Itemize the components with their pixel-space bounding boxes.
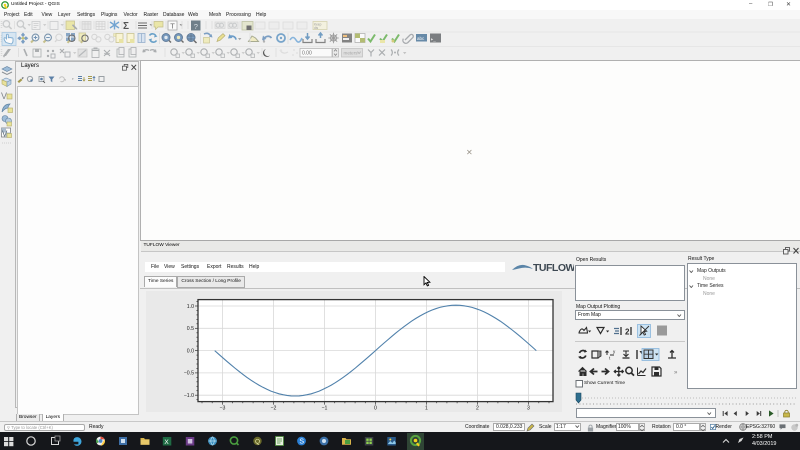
svg-text:−1.0: −1.0 xyxy=(184,393,194,399)
svg-text:0.00: 0.00 xyxy=(302,51,312,57)
svg-text:Σ: Σ xyxy=(123,21,129,32)
svg-text:0.0: 0.0 xyxy=(187,348,194,354)
svg-text:X: X xyxy=(164,439,169,446)
svg-text:abc: abc xyxy=(417,36,425,41)
svg-text:dis: dis xyxy=(314,26,318,30)
svg-text:2: 2 xyxy=(476,405,479,411)
svg-text:TUFLOW: TUFLOW xyxy=(533,262,574,274)
svg-text:»: » xyxy=(674,370,678,376)
svg-text:−0.5: −0.5 xyxy=(184,371,194,377)
svg-text:1: 1 xyxy=(425,405,428,411)
svg-text:▸_: ▸_ xyxy=(431,37,436,42)
svg-text:V: V xyxy=(1,91,7,101)
svg-text:T: T xyxy=(170,22,175,31)
svg-text:y: y xyxy=(613,349,616,354)
svg-text:3: 3 xyxy=(527,405,530,411)
svg-text:t: t xyxy=(609,356,611,361)
svg-text:−2: −2 xyxy=(270,405,276,411)
svg-text:S: S xyxy=(299,439,304,446)
svg-text:?: ? xyxy=(194,22,198,31)
svg-text:meters: meters xyxy=(344,51,359,56)
svg-text:2: 2 xyxy=(625,328,630,337)
svg-text:Q: Q xyxy=(255,439,260,446)
svg-text:0.5: 0.5 xyxy=(187,326,194,332)
svg-text:−3: −3 xyxy=(219,405,225,411)
svg-text:−1: −1 xyxy=(321,405,327,411)
svg-text:1.0: 1.0 xyxy=(187,304,194,310)
svg-text:0: 0 xyxy=(374,405,377,411)
